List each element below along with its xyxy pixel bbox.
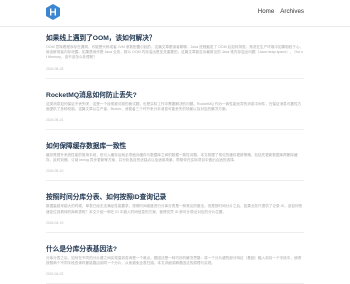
post-title-link[interactable]: 如何保障缓存数据库一致性 [46,142,304,151]
post-excerpt: 这类消息如何保证不丢失呢，这是一个经常被问到的面试题，也是实际工作中需要解决的问… [46,101,302,111]
post-list: 如果线上遇到了OOM，该如何解决？ OOM 意味着程序存在漏洞，可能是代码或者 … [46,31,304,284]
nav-archives-link[interactable]: Archives [280,8,304,15]
main-nav: Home Archives [258,8,304,15]
post-excerpt: 数据量越来越大的时候，单表已经无法满足性能要求，按照时间维度进行分库分表是一种常… [46,204,303,214]
post-item: RocketMQ消息如何防止丢失? 这类消息如何保证不丢失呢，这是一个经常被问到… [46,88,304,131]
site-logo-icon[interactable] [46,4,60,20]
post-item: 按照时间分库分表、如何按照ID查询记录 数据量越来越大的时候，单表已经无法满足性… [46,190,304,233]
post-date: 2024-04-19 [46,220,64,225]
post-date: 2024-06-28 [46,66,64,71]
post-title-link[interactable]: RocketMQ消息如何防止丢失? [46,91,304,100]
post-excerpt: OOM 意味着程序存在漏洞，可能是代码或者 JVM 参数配置引起的。这篇文章跟读… [46,45,304,60]
post-excerpt: 分库分表之后，如何在不同的分片键之间实现高效查询是一个难点。基因法是一种巧妙的解… [46,255,302,266]
nav-home-link[interactable]: Home [258,8,275,15]
post-title-link[interactable]: 什么是分库分表基因法? [46,245,304,254]
post-item: 如何保障缓存数据库一致性 缓存是提升系统性能的常用手段，但引入缓存后就必须面对缓… [46,139,304,182]
post-title-link[interactable]: 如果线上遇到了OOM，该如何解决？ [46,34,304,43]
post-excerpt: 缓存是提升系统性能的常用手段，但引入缓存后就必须面对缓存与数据库之间的数据一致性… [46,153,298,163]
post-date: 2024-05-21 [46,118,64,123]
top-navigation-bar: Home Archives [0,0,350,27]
post-date: 2024-04-02 [46,272,64,277]
post-item: 如果线上遇到了OOM，该如何解决？ OOM 意味着程序存在漏洞，可能是代码或者 … [46,31,304,79]
post-title-link[interactable]: 按照时间分库分表、如何按照ID查询记录 [46,193,304,202]
post-date: 2024-05-10 [46,169,64,174]
